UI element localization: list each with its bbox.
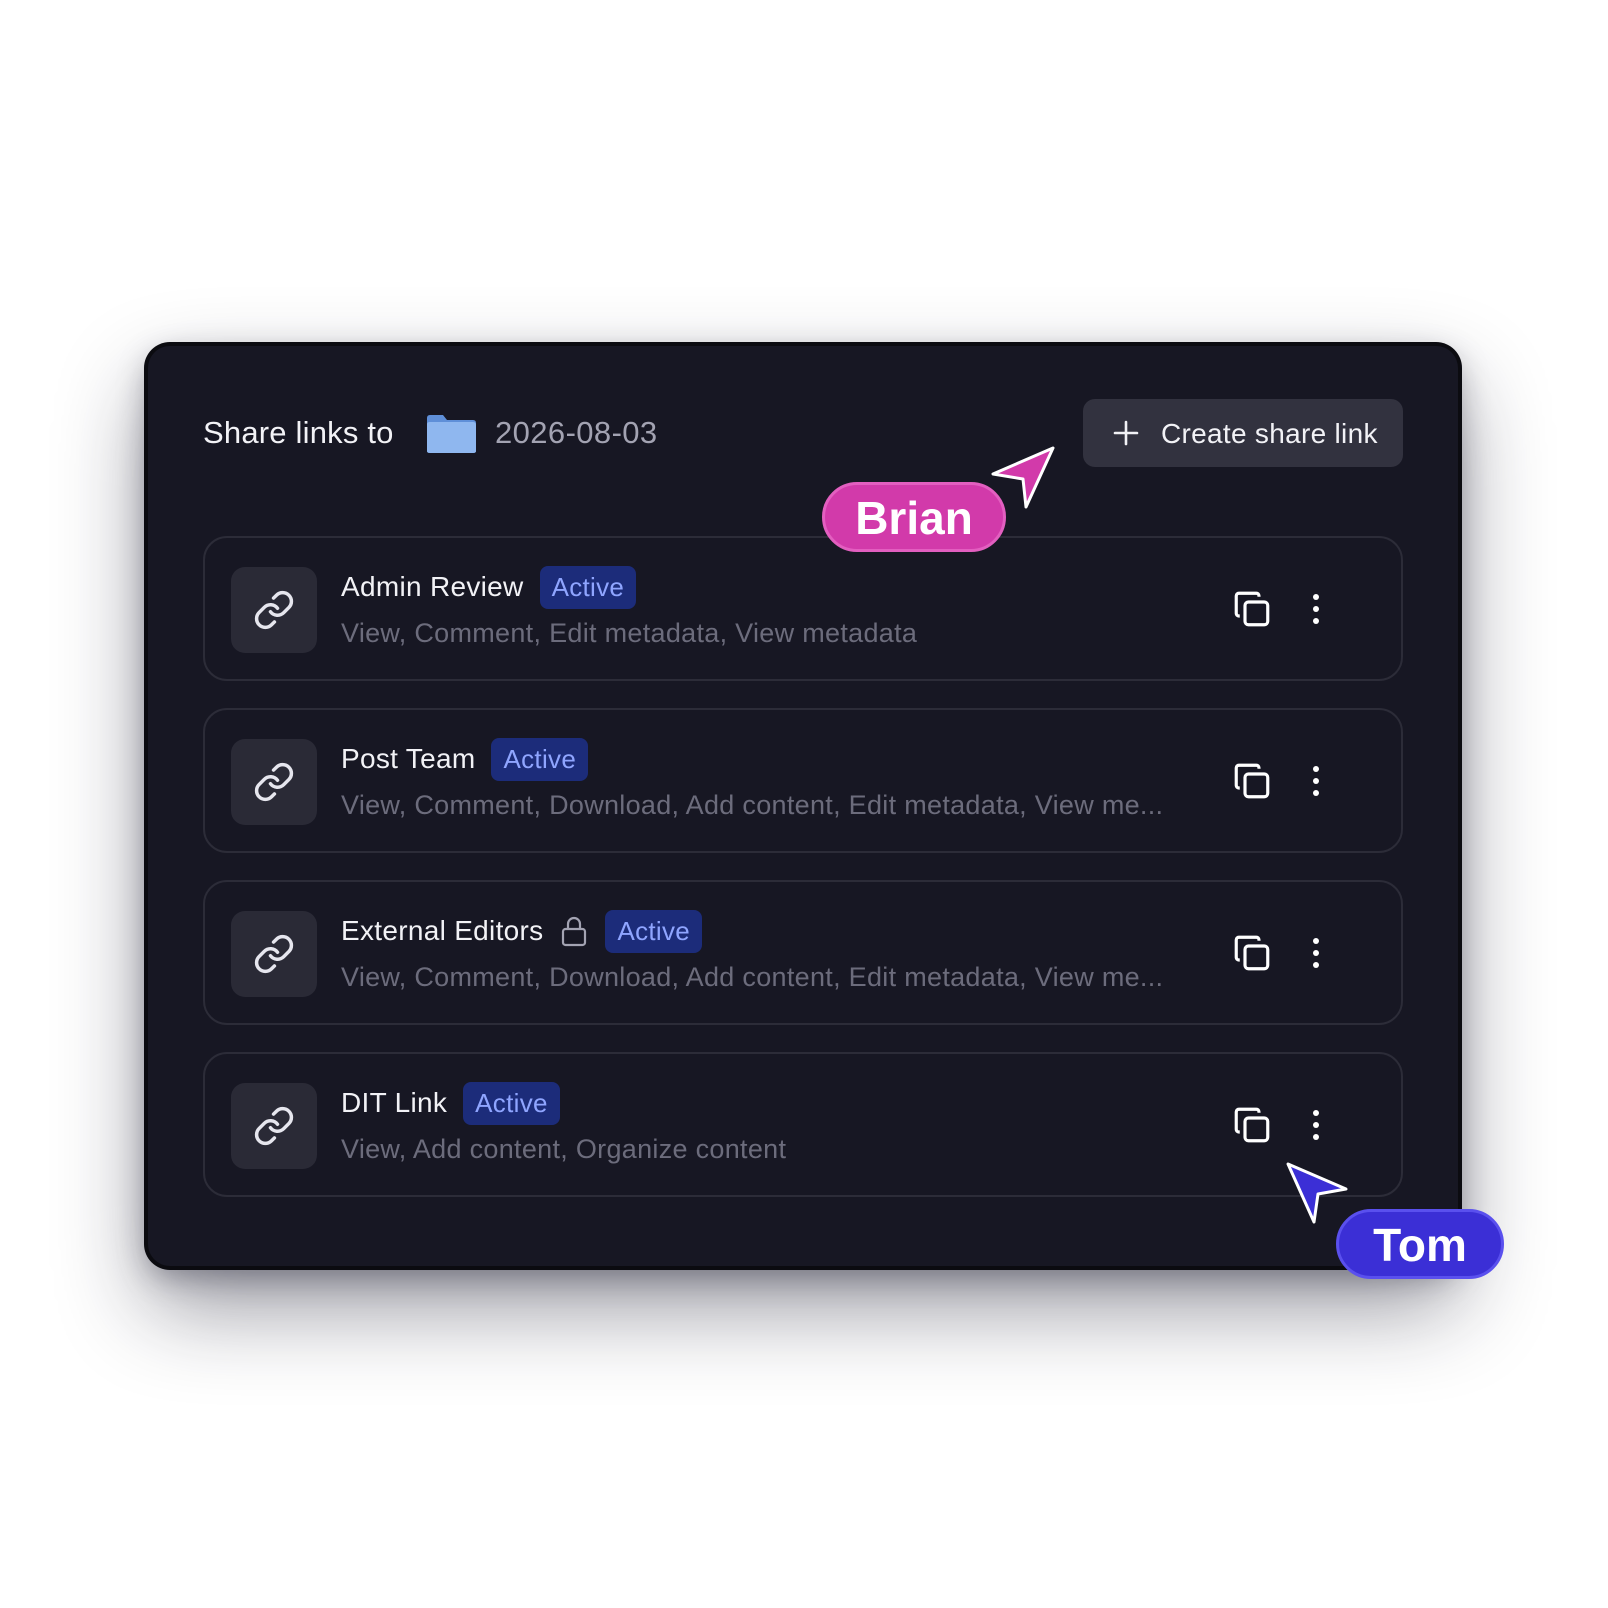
share-link-name: Post Team [341, 743, 476, 774]
plus-icon [1113, 420, 1139, 446]
share-link-name-row: DIT Link Active [341, 1080, 560, 1126]
share-link-item[interactable]: External Editors Active View, Comment, D… [203, 880, 1403, 1025]
link-icon [254, 1106, 294, 1146]
share-links-panel: Share links to 2026-08-03 Create share l… [148, 346, 1458, 1266]
create-share-link-button[interactable]: Create share link [1083, 399, 1403, 467]
status-badge: Active [463, 1081, 560, 1125]
collaborator-tag-brian: Brian [822, 482, 1006, 552]
create-share-link-label: Create share link [1161, 418, 1378, 449]
share-link-item[interactable]: Post Team Active View, Comment, Download… [203, 708, 1403, 853]
link-icon-container [231, 1083, 317, 1169]
copy-icon[interactable] [1231, 760, 1273, 802]
share-link-name: Admin Review [341, 571, 524, 602]
folder-name: 2026-08-03 [495, 415, 658, 450]
status-badge: Active [605, 909, 703, 953]
share-link-name-row: Post Team Active [341, 736, 589, 782]
share-link-name: External Editors [341, 915, 544, 946]
share-link-item[interactable]: DIT Link Active View, Add content, Organ… [203, 1052, 1403, 1197]
copy-icon[interactable] [1231, 1104, 1273, 1146]
link-icon-container [231, 911, 317, 997]
tom-cursor-icon [1286, 1162, 1348, 1224]
status-badge: Active [539, 565, 637, 609]
share-link-permissions: View, Comment, Edit metadata, View metad… [341, 618, 918, 648]
lock-icon [562, 916, 587, 947]
share-link-permissions: View, Add content, Organize content [341, 1134, 787, 1164]
panel-header: Share links to 2026-08-03 Create share l… [203, 399, 1403, 467]
share-link-permissions: View, Comment, Download, Add content, Ed… [341, 962, 1164, 992]
stage: Share links to 2026-08-03 Create share l… [0, 0, 1608, 1608]
copy-icon[interactable] [1231, 932, 1273, 974]
status-badge: Active [491, 737, 589, 781]
link-icon [254, 934, 294, 974]
link-icon-container [231, 739, 317, 825]
more-vertical-icon[interactable] [1301, 760, 1331, 802]
more-vertical-icon[interactable] [1301, 1104, 1331, 1146]
share-link-item[interactable]: Admin Review Active View, Comment, Edit … [203, 536, 1403, 681]
more-vertical-icon[interactable] [1301, 588, 1331, 630]
link-icon-container [231, 567, 317, 653]
more-vertical-icon[interactable] [1301, 932, 1331, 974]
share-link-list: Admin Review Active View, Comment, Edit … [203, 536, 1403, 1224]
folder-icon [427, 415, 476, 453]
share-link-name-row: External Editors Active [341, 908, 703, 954]
link-icon [254, 762, 294, 802]
share-link-name: DIT Link [341, 1087, 448, 1118]
collaborator-tag-tom: Tom [1336, 1209, 1504, 1279]
share-link-permissions: View, Comment, Download, Add content, Ed… [341, 790, 1164, 820]
copy-icon[interactable] [1231, 588, 1273, 630]
header-title: Share links to [203, 415, 394, 450]
link-icon [254, 590, 294, 630]
share-link-name-row: Admin Review Active [341, 564, 637, 610]
